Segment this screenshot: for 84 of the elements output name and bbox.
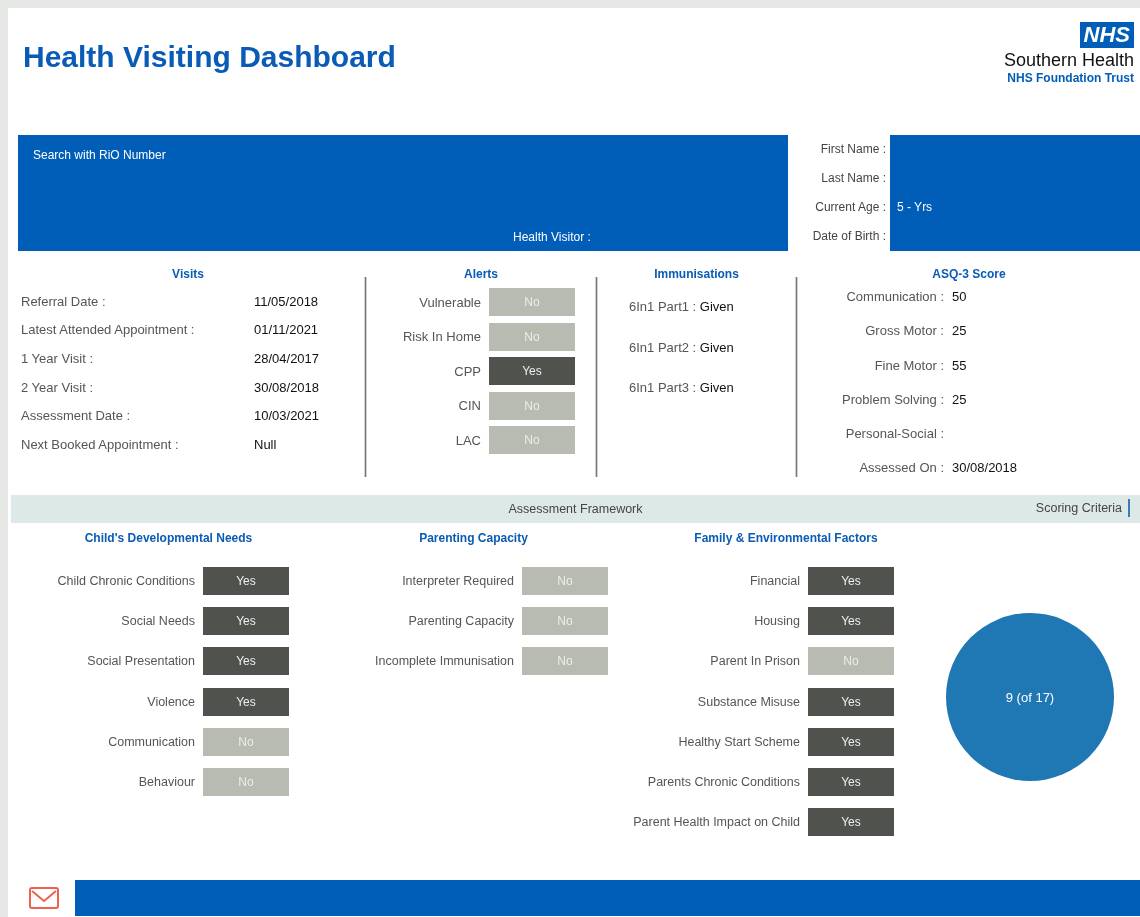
- field-text: 5 - Yrs: [897, 200, 933, 214]
- score-value: 25: [952, 391, 967, 407]
- factor-label: Financial: [749, 574, 800, 589]
- status-flag: Yes: [203, 607, 289, 636]
- factor-label: Behaviour: [138, 775, 195, 790]
- score-label: Personal-Social :: [844, 426, 944, 442]
- score-value: 25: [952, 323, 967, 339]
- status-flag: Yes: [808, 687, 894, 716]
- row-label: Latest Attended Appointment :: [21, 322, 196, 338]
- scoring-criteria-link[interactable]: Scoring Criteria: [1035, 499, 1130, 517]
- factor-label: Violence: [147, 694, 195, 709]
- factor-label: Parent Health Impact on Child: [633, 815, 800, 830]
- immunisation-label: 6In1 Part3 :: [629, 380, 697, 395]
- alert-label: CIN: [458, 398, 481, 414]
- row-value: 28/04/2017: [254, 351, 320, 366]
- score-label: Gross Motor :: [864, 323, 944, 339]
- status-flag: Yes: [808, 808, 894, 837]
- immunisation-status: Given: [699, 299, 734, 314]
- status-flag: Yes: [808, 768, 894, 797]
- row-value: Null: [254, 436, 277, 452]
- factor-label: Substance Misuse: [697, 694, 800, 709]
- alert-label: Vulnerable: [419, 294, 481, 310]
- alert-label: CPP: [454, 363, 481, 379]
- section-title: Immunisations: [653, 267, 740, 281]
- status-flag: Yes: [203, 567, 289, 596]
- section-title: ASQ-3 Score: [931, 267, 1007, 281]
- status-flag: Yes: [489, 357, 575, 386]
- logo-badge: NHS: [1079, 22, 1134, 48]
- row-label: Assessment Date :: [21, 408, 132, 424]
- factor-label: Child Chronic Conditions: [57, 574, 195, 589]
- row-label: 2 Year Visit :: [21, 379, 95, 395]
- score-value: 50: [952, 289, 967, 304]
- factor-label: Parent In Prison: [710, 654, 800, 669]
- group-title: Parenting Capacity: [418, 531, 529, 545]
- factor-label: Social Presentation: [87, 654, 195, 669]
- factor-label: Parenting Capacity: [408, 614, 514, 629]
- status-flag: Yes: [203, 647, 289, 676]
- status-flag: Yes: [808, 607, 894, 636]
- immunisation-status: Given: [699, 380, 734, 395]
- section-title: Alerts: [463, 267, 499, 281]
- score-label: Problem Solving :: [841, 391, 944, 407]
- group-title: Child's Developmental Needs: [83, 531, 254, 545]
- dashboard-title: Health Visiting Dashboard: [23, 40, 396, 74]
- group-title: Family & Environmental Factors: [693, 531, 879, 545]
- score-label: Assessed On :: [858, 460, 944, 476]
- score-label: Fine Motor :: [873, 357, 944, 373]
- score-total: 9 (of 17): [1005, 689, 1055, 705]
- row-value: 30/08/2018: [254, 379, 320, 395]
- factor-label: Incomplete Immunisation: [375, 654, 514, 669]
- factor-label: Parents Chronic Conditions: [647, 775, 800, 790]
- search-panel[interactable]: Search with RiO Number Health Visitor :: [18, 135, 788, 251]
- status-flag: Yes: [808, 727, 894, 756]
- immunisation-status: Given: [699, 339, 734, 355]
- field-label: Last Name :: [820, 170, 886, 187]
- row-label: Next Booked Appointment :: [21, 436, 180, 452]
- bar-title: Assessment Framework: [508, 502, 643, 516]
- score-label: Communication :: [845, 289, 944, 304]
- row-label: Referral Date :: [21, 293, 107, 309]
- row-value: 11/05/2018: [254, 293, 319, 309]
- field-label: Current Age :: [814, 199, 886, 216]
- factor-label: Interpreter Required: [402, 574, 514, 589]
- row-label: 1 Year Visit :: [21, 351, 95, 366]
- score-value: 55: [952, 357, 967, 373]
- field-label: First Name :: [819, 141, 886, 158]
- section-title: Visits: [171, 267, 205, 281]
- logo-name: Southern Health: [1003, 50, 1134, 71]
- field-label: Date of Birth :: [811, 228, 886, 245]
- factor-label: Healthy Start Scheme: [678, 734, 800, 749]
- status-flag: Yes: [203, 687, 289, 716]
- health-visitor-label: Health Visitor :: [513, 230, 591, 244]
- immunisation-label: 6In1 Part2 :: [629, 339, 697, 355]
- factor-label: Communication: [108, 734, 195, 749]
- alert-label: LAC: [455, 432, 481, 448]
- factor-label: Housing: [754, 614, 800, 629]
- immunisation-label: 6In1 Part1 :: [629, 299, 697, 314]
- logo-subtitle: NHS Foundation Trust: [1007, 71, 1134, 85]
- score-value: 30/08/2018: [952, 460, 1018, 476]
- factor-label: Social Needs: [121, 614, 195, 629]
- mail-icon[interactable]: [29, 887, 59, 909]
- search-label: Search with RiO Number: [33, 148, 166, 162]
- row-value: 01/11/2021: [254, 322, 319, 338]
- status-flag: Yes: [808, 567, 894, 596]
- row-value: 10/03/2021: [254, 408, 320, 424]
- alert-label: Risk In Home: [402, 329, 481, 345]
